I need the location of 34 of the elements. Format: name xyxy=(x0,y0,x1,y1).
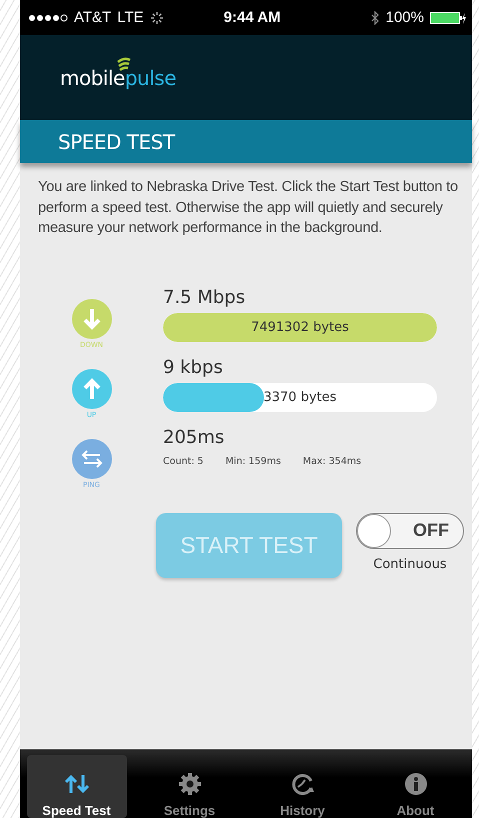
up-down-arrows-icon xyxy=(64,773,90,795)
metric-value: 7.5 Mbps xyxy=(163,286,246,308)
tab-item[interactable]: Speed Test xyxy=(26,755,126,818)
activity-icon xyxy=(150,10,164,24)
ping-stat: Max: 354ms xyxy=(302,456,362,466)
tab-item[interactable]: About xyxy=(366,755,466,818)
app-logo: mobilepulse xyxy=(60,66,176,90)
metric-value: 205ms xyxy=(163,426,226,448)
tab-item[interactable]: History xyxy=(252,755,352,818)
clock-icon xyxy=(290,773,316,795)
description-text: You are linked to Nebraska Drive Test. Click the Start Test button to perform a speed test. Otherwise the app will quietly and securely measure your network performance in the background. xyxy=(38,178,459,238)
ping-stat: Min: 159ms xyxy=(225,456,281,466)
tab-label: Settings xyxy=(164,803,216,818)
info-icon xyxy=(402,773,428,795)
network-type: LTE xyxy=(117,9,144,26)
clock-time: 9:44 AM xyxy=(224,9,281,26)
tab-label: About xyxy=(396,803,434,818)
ping-stat: Count: 5 xyxy=(163,456,204,466)
metric-value: 9 kbps xyxy=(163,356,224,378)
carrier-name: AT&T xyxy=(74,9,112,26)
battery-percent: 100% xyxy=(386,9,424,26)
page-title: SPEED TEST xyxy=(58,130,175,154)
settings-icon xyxy=(176,773,202,795)
battery-icon xyxy=(430,10,466,24)
bytes-text: 3370 bytes xyxy=(263,390,337,404)
tab-item[interactable]: Settings xyxy=(140,755,240,818)
toggle-label: Continuous xyxy=(373,556,447,572)
bluetooth-icon xyxy=(370,10,380,24)
bytes-text: 7491302 bytes xyxy=(251,320,349,334)
toggle-switch[interactable]: OFF xyxy=(356,512,464,548)
exchange-arrows-icon xyxy=(72,438,112,478)
tab-label: History xyxy=(280,803,325,818)
signal-icon xyxy=(28,12,68,22)
tab-label: Speed Test xyxy=(42,803,111,818)
